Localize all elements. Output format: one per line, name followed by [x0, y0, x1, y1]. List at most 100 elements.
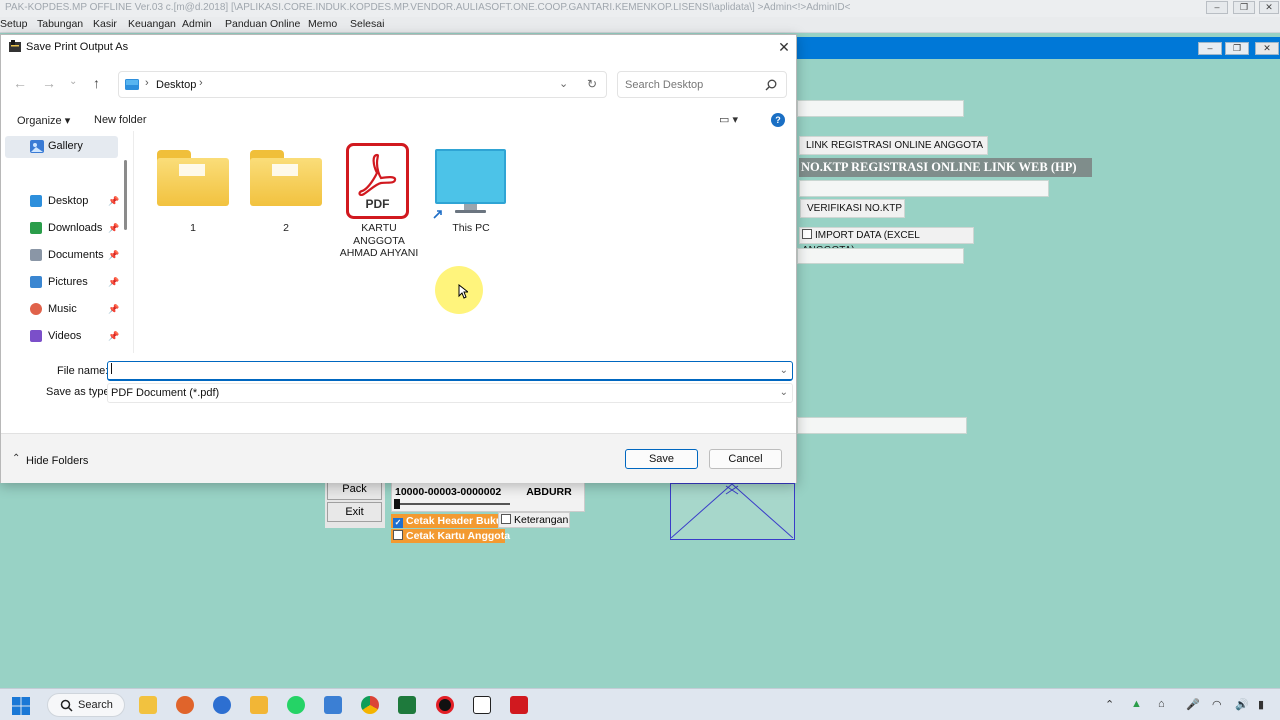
menu-selesai[interactable]: Selesai	[350, 18, 384, 30]
recent-chevron-icon[interactable]: ⌄	[69, 76, 77, 87]
import-data-checkbox[interactable]: IMPORT DATA (EXCEL ANGGOTA)	[799, 227, 974, 256]
file-explorer-icon[interactable]	[139, 696, 157, 714]
nav-music[interactable]: Music 📌	[27, 299, 121, 319]
child-close-button[interactable]: ✕	[1255, 42, 1279, 55]
form-text-field[interactable]	[797, 100, 964, 117]
help-icon[interactable]: ?	[771, 113, 785, 127]
menu-kasir[interactable]: Kasir	[93, 18, 117, 30]
dialog-close-button[interactable]: ✕	[774, 38, 794, 58]
nav-scrollbar[interactable]	[124, 160, 127, 230]
history-dropdown-icon[interactable]: ⌄	[559, 77, 568, 90]
file-name-dropdown-icon[interactable]: ⌄	[780, 362, 788, 379]
child-restore-button[interactable]: ❐	[1225, 42, 1249, 55]
volume-icon[interactable]: 🔊	[1235, 698, 1249, 711]
microphone-icon[interactable]: 🎤	[1186, 698, 1200, 711]
save-as-type-select[interactable]: PDF Document (*.pdf) ⌄	[107, 383, 793, 403]
taskbar-search[interactable]: Search	[47, 693, 125, 717]
browser-icon[interactable]	[213, 696, 231, 714]
text-caret	[111, 363, 112, 374]
acrobat-icon[interactable]	[510, 696, 528, 714]
dialog-titlebar: Save Print Output As ✕	[1, 35, 796, 61]
chrome-icon[interactable]	[361, 696, 379, 714]
cetak-header-checkbox[interactable]: ✓ Cetak Header Buku	[391, 514, 502, 528]
menu-keuangan[interactable]: Keuangan	[128, 18, 176, 30]
menu-panduan-online[interactable]: Panduan Online	[225, 18, 300, 30]
menu-admin[interactable]: Admin	[182, 18, 212, 30]
form-text-field-3[interactable]	[797, 417, 967, 434]
music-icon	[30, 303, 42, 315]
search-icon	[765, 79, 777, 91]
new-folder-button[interactable]: New folder	[94, 114, 147, 126]
view-options-button[interactable]: ▭ ▾	[719, 113, 738, 126]
wifi-icon[interactable]: ◠	[1212, 698, 1222, 711]
up-arrow-icon[interactable]: ↑	[93, 75, 100, 91]
menu-tabungan[interactable]: Tabungan	[37, 18, 83, 30]
organize-button[interactable]: Organize ▾	[17, 114, 70, 127]
windows-start-icon[interactable]	[12, 697, 30, 715]
exit-button[interactable]: Exit	[327, 502, 382, 522]
minimize-button[interactable]: –	[1206, 1, 1228, 14]
address-bar[interactable]: › Desktop › ⌄ ↻	[118, 71, 607, 98]
member-number: 10000-00003-0000002	[395, 486, 502, 498]
folder-1-icon[interactable]	[157, 150, 229, 206]
pin-icon: 📌	[108, 277, 120, 287]
nav-downloads[interactable]: Downloads 📌	[27, 218, 121, 238]
restore-button[interactable]: ❐	[1233, 1, 1255, 14]
file-name-label: File name:	[57, 365, 109, 377]
this-pc-label[interactable]: This PC	[430, 222, 512, 235]
search-placeholder: Search Desktop	[625, 79, 704, 91]
cetak-kartu-checkbox[interactable]: Cetak Kartu Anggota	[391, 529, 510, 543]
close-button[interactable]: ✕	[1259, 1, 1279, 14]
ktp-input[interactable]	[799, 180, 1049, 197]
folder-1-label[interactable]: 1	[152, 222, 234, 235]
breadcrumb-desktop[interactable]: Desktop	[156, 79, 196, 91]
pane-divider	[133, 131, 134, 353]
nav-videos[interactable]: Videos 📌	[27, 326, 121, 346]
this-pc-icon[interactable]	[430, 147, 510, 223]
back-arrow-icon[interactable]: ←	[13, 75, 27, 91]
pack-button[interactable]: Pack	[327, 480, 382, 500]
capcut-icon[interactable]	[473, 696, 491, 714]
drive-icon[interactable]: ▲	[1131, 698, 1142, 710]
notepad-icon[interactable]	[324, 696, 342, 714]
network-icon[interactable]: ⌂	[1158, 698, 1165, 710]
pin-icon: 📌	[108, 196, 120, 206]
keterangan-checkbox[interactable]: Keterangan	[498, 512, 570, 528]
form-text-field-2[interactable]	[797, 248, 964, 264]
cancel-button[interactable]: Cancel	[709, 449, 782, 469]
record-icon[interactable]	[436, 696, 454, 714]
forward-arrow-icon[interactable]: →	[42, 75, 56, 91]
whatsapp-icon[interactable]	[287, 696, 305, 714]
nav-desktop[interactable]: Desktop 📌	[27, 191, 121, 211]
file-name-input[interactable]: ⌄	[107, 361, 793, 381]
search-box[interactable]: Search Desktop	[617, 71, 787, 98]
folder-2-label[interactable]: 2	[245, 222, 327, 235]
child-minimize-button[interactable]: –	[1198, 42, 1222, 55]
nav-pictures[interactable]: Pictures 📌	[27, 272, 121, 292]
nav-gallery[interactable]: Gallery	[5, 136, 118, 158]
hide-folders-button[interactable]: Hide Folders	[26, 455, 88, 467]
verifikasi-ktp-button[interactable]: VERIFIKASI NO.KTP	[800, 199, 905, 218]
save-button[interactable]: Save	[625, 449, 698, 469]
app-icon[interactable]	[250, 696, 268, 714]
menu-setup[interactable]: Setup	[0, 18, 27, 30]
checkbox-icon	[393, 530, 403, 540]
breadcrumb-chevron[interactable]: ›	[199, 77, 203, 89]
keterangan-label: Keterangan	[514, 514, 569, 526]
save-as-type-label: Save as type:	[46, 386, 113, 398]
breadcrumb-separator: ›	[145, 77, 149, 89]
progress-track	[400, 503, 510, 505]
taskbar-search-label: Search	[78, 699, 113, 711]
link-registrasi-button[interactable]: LINK REGISTRASI ONLINE ANGGOTA	[799, 136, 988, 155]
pdf-file-label[interactable]: KARTU ANGGOTA AHMAD AHYANI	[338, 222, 420, 260]
tray-chevron-icon[interactable]: ⌃	[1105, 698, 1114, 711]
nav-documents[interactable]: Documents 📌	[27, 245, 121, 265]
folder-2-icon[interactable]	[250, 150, 322, 206]
refresh-icon[interactable]: ↻	[587, 77, 597, 91]
pdf-file-icon[interactable]: PDF	[346, 143, 409, 219]
spreadsheet-icon[interactable]	[398, 696, 416, 714]
menu-memo[interactable]: Memo	[308, 18, 337, 30]
firefox-icon[interactable]	[176, 696, 194, 714]
battery-icon[interactable]: ▮	[1258, 698, 1264, 711]
hide-folders-chevron-icon: ⌃	[12, 453, 21, 464]
